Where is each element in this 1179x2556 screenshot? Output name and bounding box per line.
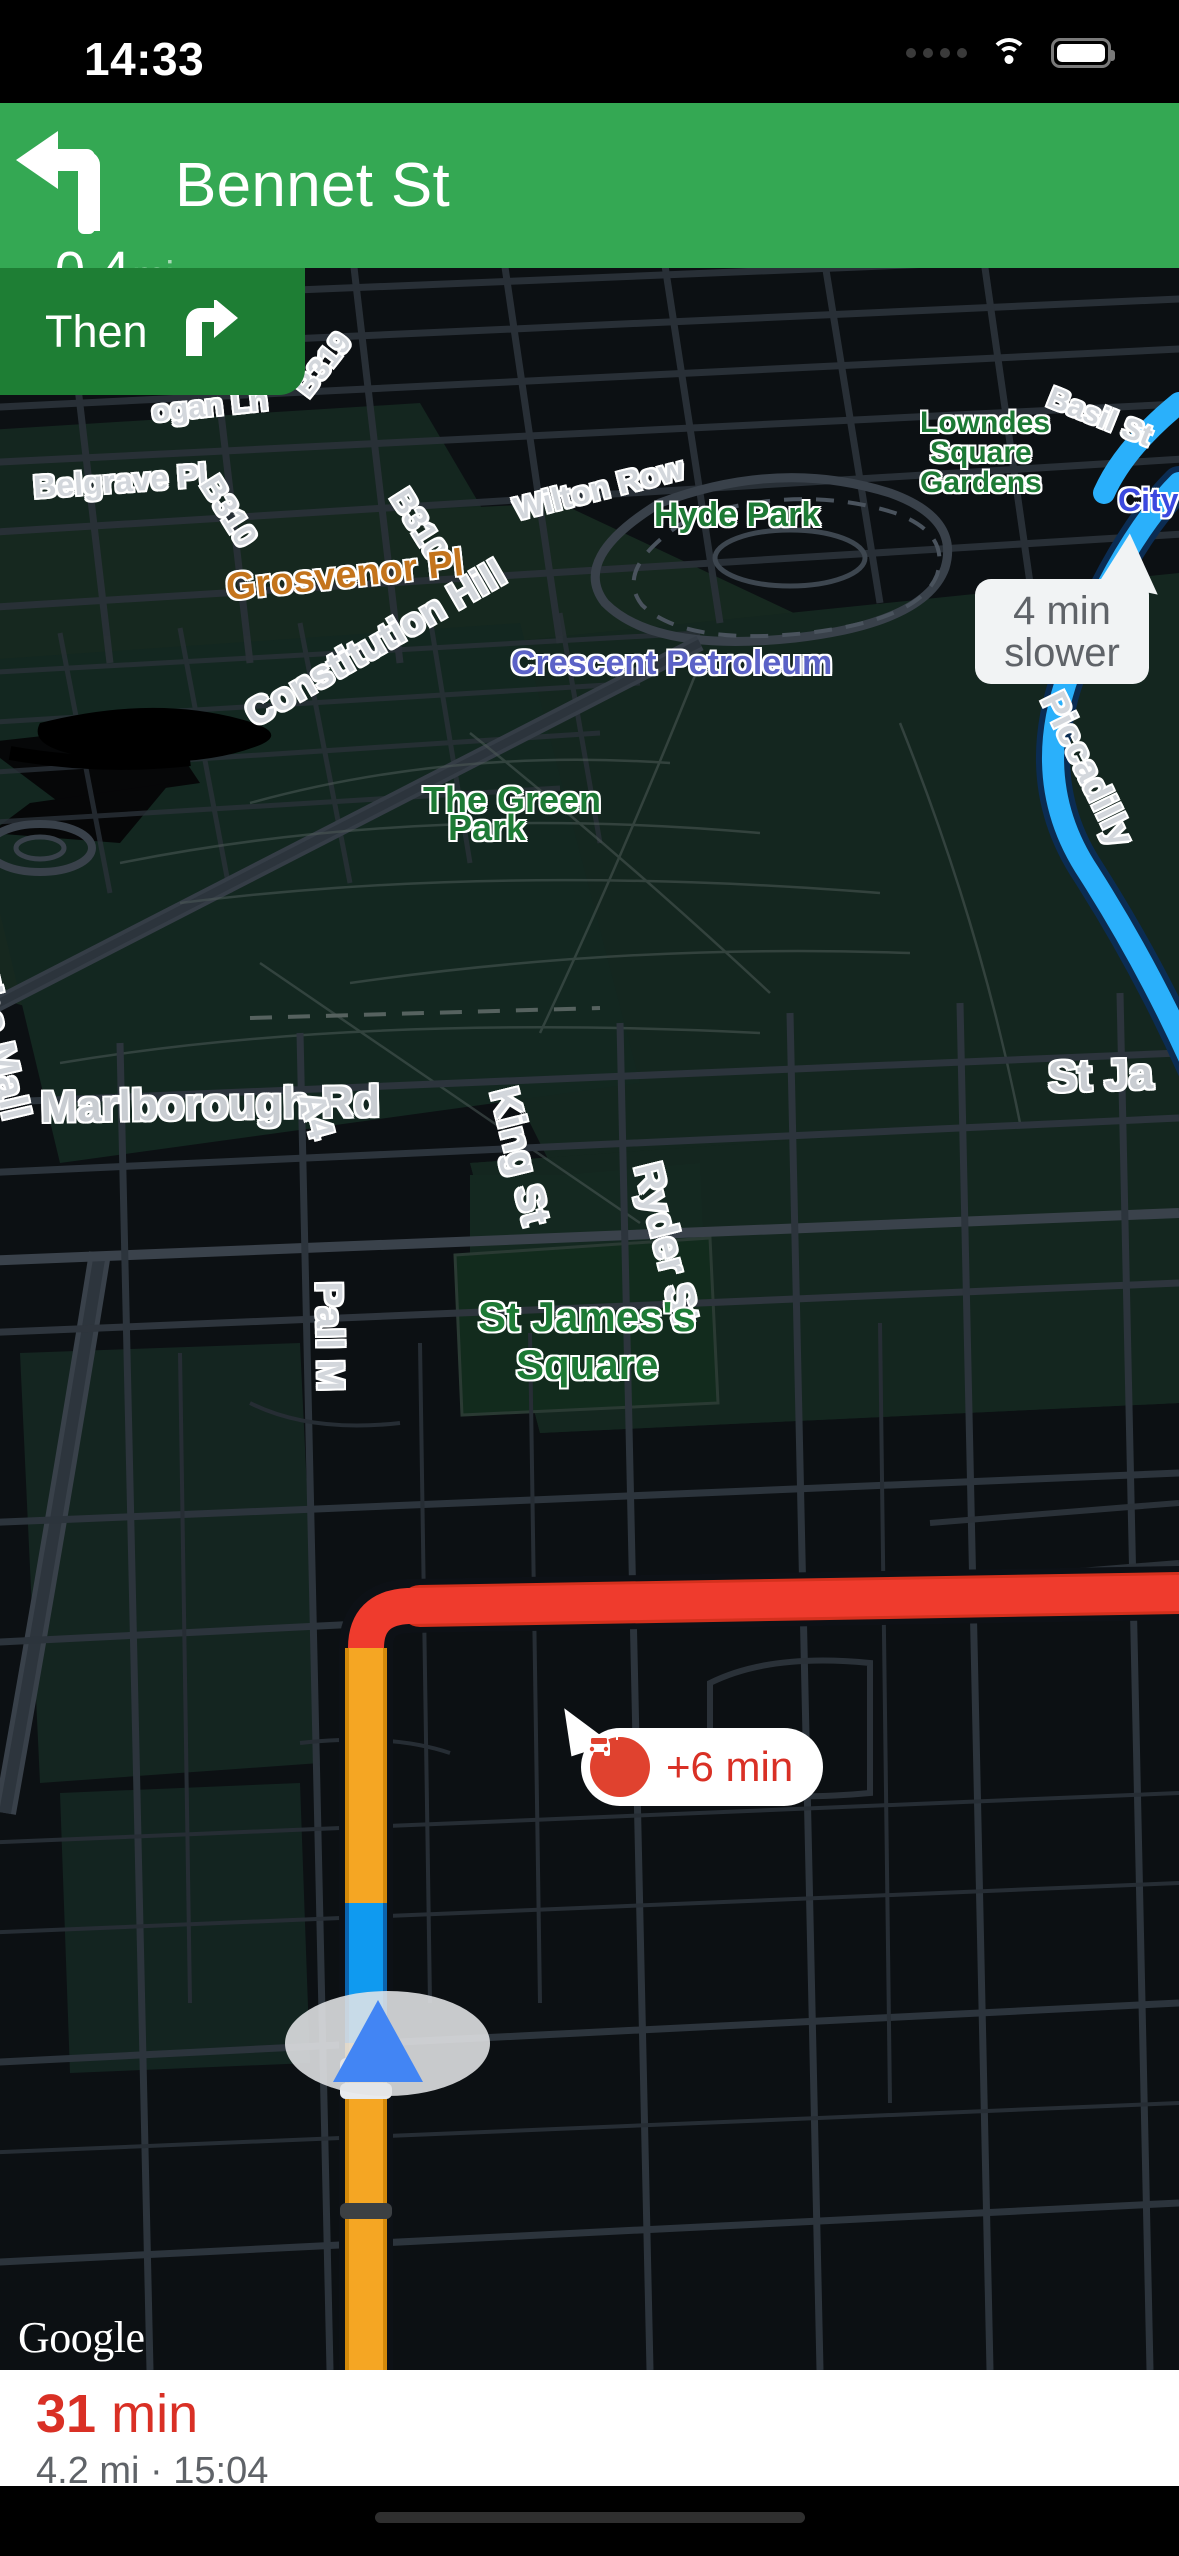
traffic-delay-label: +6 min xyxy=(666,1743,794,1790)
status-icons xyxy=(906,38,1115,68)
home-indicator[interactable] xyxy=(374,2512,805,2523)
map-label: Gardens xyxy=(920,466,1042,499)
wifi-icon xyxy=(989,38,1029,68)
map-label: City xyxy=(1118,482,1179,518)
traffic-car-icon xyxy=(587,1731,650,1797)
map-label: Crescent Petroleum xyxy=(511,644,833,682)
eta-unit: min xyxy=(111,2384,199,2444)
turn-right-arrow-icon xyxy=(176,298,238,363)
google-attribution: Google xyxy=(18,2313,145,2362)
map-label: Hyde Park xyxy=(654,496,821,534)
navigation-screen: 14:33 ogan Ln B319 Basil St Lowndes Squa… xyxy=(0,0,1179,2556)
navigation-banner[interactable]: Bennet St 0.4mi xyxy=(0,103,1179,301)
home-indicator-area xyxy=(0,2486,1179,2556)
map-label: Square xyxy=(930,436,1032,469)
map-label: Park xyxy=(448,807,527,848)
status-bar: 14:33 xyxy=(0,0,1179,103)
traffic-delay-badge[interactable]: +6 min xyxy=(581,1728,824,1806)
alt-route-qualifier: slower xyxy=(1004,630,1120,675)
map-label: St Ja xyxy=(1047,1049,1154,1102)
battery-icon xyxy=(1051,38,1115,68)
eta-number: 31 xyxy=(36,2384,97,2444)
alt-route-time: 4 min xyxy=(1013,588,1111,633)
map-label: Pall M xyxy=(307,1281,351,1392)
eta-duration: 31 min xyxy=(36,2383,198,2445)
map-label: St James's xyxy=(478,1293,696,1340)
alt-route-callout[interactable]: 4 min slower xyxy=(975,579,1149,684)
map-label: Square xyxy=(516,1341,659,1388)
status-time: 14:33 xyxy=(84,33,205,85)
next-maneuver-bar[interactable]: Then xyxy=(0,268,305,395)
navigation-arrow-icon xyxy=(333,2000,423,2082)
map-label: Lowndes xyxy=(920,406,1051,439)
turn-street-name: Bennet St xyxy=(175,151,451,220)
cellular-dots-icon xyxy=(906,48,967,58)
then-label: Then xyxy=(45,305,148,357)
trip-summary-bar[interactable]: 31 min 4.2 mi · 15:04 xyxy=(0,2370,1179,2492)
map-canvas[interactable]: ane Stogan LnB319Basil StLowndesSquareGa… xyxy=(0,103,1179,2370)
